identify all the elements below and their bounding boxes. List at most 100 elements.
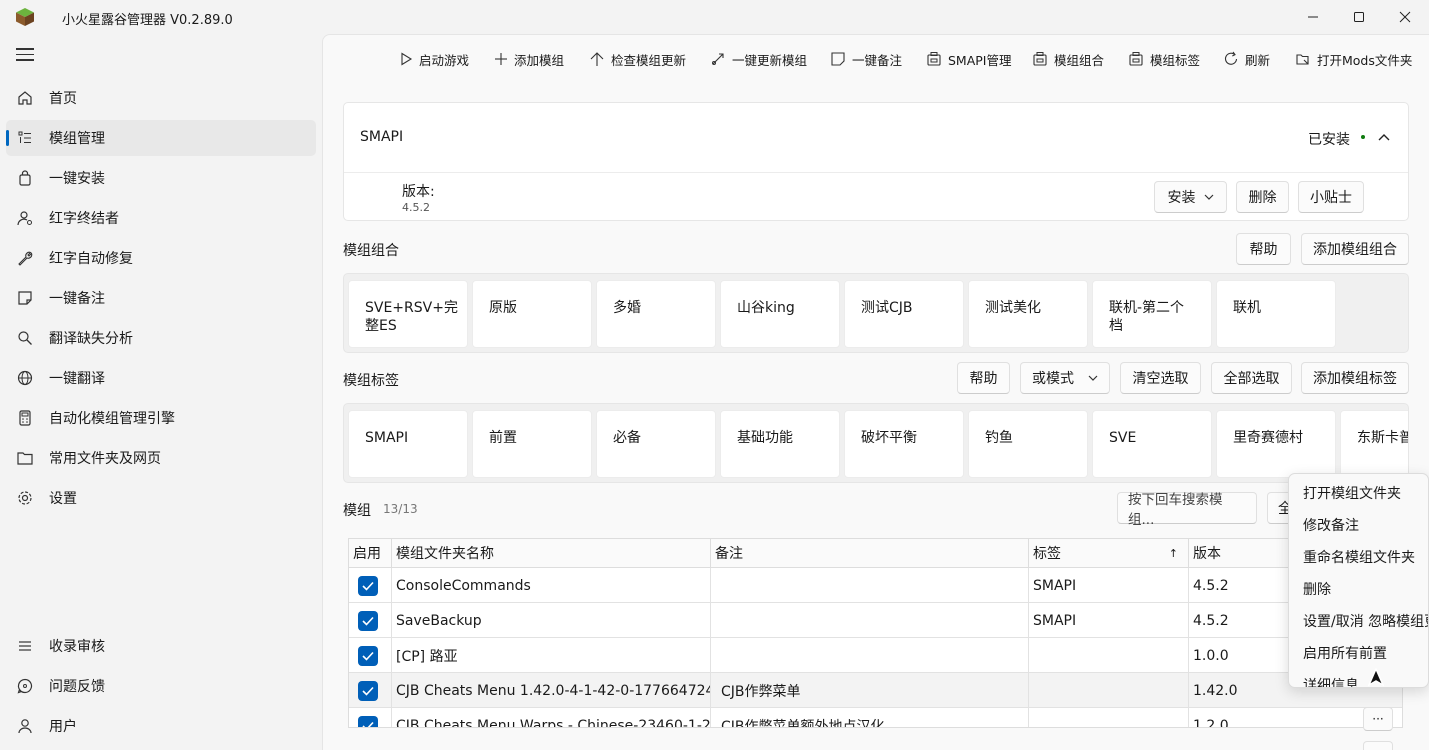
- launch-game-button[interactable]: 启动游戏: [399, 49, 469, 69]
- sidebar-item-home[interactable]: 首页: [6, 80, 316, 116]
- tag-tile[interactable]: 前置: [472, 410, 592, 478]
- open-mods-folder-button[interactable]: 打开Mods文件夹: [1295, 49, 1412, 69]
- smapi-status: 已安装: [1308, 132, 1350, 148]
- close-button[interactable]: [1382, 0, 1428, 34]
- refresh-button[interactable]: 刷新: [1223, 49, 1270, 69]
- sidebar-item-common-folders[interactable]: 常用文件夹及网页: [6, 440, 316, 476]
- minimize-button[interactable]: [1290, 0, 1336, 34]
- cell-note: CJB作弊菜单额外地点汉化: [711, 708, 1029, 727]
- tag-tile[interactable]: 破坏平衡: [844, 410, 964, 478]
- package-icon: [927, 52, 941, 66]
- checkmark-icon: [362, 686, 374, 696]
- chevron-down-icon: [1088, 375, 1098, 381]
- sidebar-item-translation-analysis[interactable]: 翻译缺失分析: [6, 320, 316, 356]
- sidebar-item-red-terminator[interactable]: 红字终结者: [6, 200, 316, 236]
- checkmark-icon: [362, 651, 374, 661]
- col-tags[interactable]: 标签 ↑: [1029, 539, 1189, 568]
- delete-button[interactable]: 删除: [1236, 181, 1289, 213]
- enable-checkbox[interactable]: [358, 645, 378, 666]
- enable-checkbox[interactable]: [358, 715, 378, 727]
- table-row[interactable]: ConsoleCommands SMAPI 4.5.2: [349, 568, 1402, 603]
- user-icon: [18, 719, 32, 734]
- mod-tags-button[interactable]: 模组标签: [1128, 49, 1200, 69]
- tag-tile[interactable]: 里奇赛德村: [1216, 410, 1336, 478]
- row-more-button[interactable]: ···: [1363, 707, 1393, 731]
- mod-groups-title: 模组组合: [343, 243, 399, 259]
- clear-selection-button[interactable]: 清空选取: [1120, 362, 1201, 394]
- tips-button[interactable]: 小贴士: [1298, 181, 1364, 213]
- enable-checkbox[interactable]: [358, 680, 378, 701]
- enable-checkbox[interactable]: [358, 610, 378, 631]
- table-row[interactable]: CJB Cheats Menu Warps - Chinese-23460-1-…: [349, 708, 1402, 727]
- add-group-button[interactable]: 添加模组组合: [1301, 233, 1409, 265]
- menu-item-edit-note[interactable]: 修改备注: [1303, 515, 1359, 535]
- chevron-up-icon[interactable]: [1377, 132, 1391, 142]
- group-tile[interactable]: 多婚: [596, 280, 716, 348]
- one-click-update-button[interactable]: 一键更新模组: [710, 49, 807, 69]
- folder-icon: [17, 452, 33, 465]
- group-tile[interactable]: 联机: [1216, 280, 1336, 348]
- group-tile[interactable]: SVE+RSV+完整ES: [348, 280, 468, 348]
- menu-item-details[interactable]: 详细信息: [1303, 675, 1359, 687]
- sidebar-item-one-click-translate[interactable]: 一键翻译: [6, 360, 316, 396]
- row-more-button[interactable]: ···: [1363, 741, 1393, 750]
- menu-item-rename-folder[interactable]: 重命名模组文件夹: [1303, 547, 1415, 567]
- menu-toggle-button[interactable]: [16, 48, 34, 62]
- col-enabled[interactable]: 启用: [349, 539, 392, 568]
- mods-count: 13/13: [383, 502, 418, 516]
- sidebar-item-one-click-note[interactable]: 一键备注: [6, 280, 316, 316]
- col-folder[interactable]: 模组文件夹名称: [392, 539, 711, 568]
- group-tile[interactable]: 测试CJB: [844, 280, 964, 348]
- check-update-button[interactable]: 检查模组更新: [589, 49, 686, 69]
- menu-item-open-folder[interactable]: 打开模组文件夹: [1303, 483, 1401, 503]
- sidebar-item-user[interactable]: 用户: [6, 708, 316, 744]
- tags-help-button[interactable]: 帮助: [957, 362, 1010, 394]
- col-note[interactable]: 备注: [711, 539, 1029, 568]
- table-row[interactable]: SaveBackup SMAPI 4.5.2: [349, 603, 1402, 638]
- mode-dropdown[interactable]: 或模式: [1020, 362, 1110, 394]
- table-row[interactable]: CJB Cheats Menu 1.42.0-4-1-42-0-17766472…: [349, 673, 1402, 708]
- tag-tile[interactable]: 基础功能: [720, 410, 840, 478]
- tag-tile[interactable]: SMAPI: [348, 410, 468, 478]
- group-tile[interactable]: 测试美化: [968, 280, 1088, 348]
- add-tag-button[interactable]: 添加模组标签: [1301, 362, 1409, 394]
- maximize-button[interactable]: [1336, 0, 1382, 34]
- enable-checkbox[interactable]: [358, 575, 378, 596]
- sidebar-item-mod-manage[interactable]: 模组管理: [6, 120, 316, 156]
- group-tile[interactable]: 联机-第二个档: [1092, 280, 1212, 348]
- sidebar-item-feedback[interactable]: 问题反馈: [6, 668, 316, 704]
- group-tile[interactable]: 原版: [472, 280, 592, 348]
- cell-note: [711, 568, 1029, 603]
- search-input[interactable]: 按下回车搜索模组...: [1117, 492, 1257, 528]
- play-icon: [401, 52, 413, 66]
- mod-groups-button[interactable]: 模组组合: [1032, 49, 1104, 69]
- install-dropdown[interactable]: 安装: [1154, 181, 1227, 213]
- group-tile[interactable]: 山谷king: [720, 280, 840, 348]
- sidebar-item-red-autofix[interactable]: 红字自动修复: [6, 240, 316, 276]
- sidebar-item-one-click-install[interactable]: 一键安装: [6, 160, 316, 196]
- sidebar-item-settings[interactable]: 设置: [6, 480, 316, 516]
- groups-panel: SVE+RSV+完整ES 原版 多婚 山谷king 测试CJB 测试美化 联机-…: [343, 273, 1409, 353]
- add-mod-button[interactable]: 添加模组: [494, 49, 564, 69]
- gear-icon: [18, 491, 32, 505]
- tag-tile[interactable]: 钓鱼: [968, 410, 1088, 478]
- smapi-manage-button[interactable]: SMAPI管理: [926, 49, 1012, 69]
- table-row[interactable]: [CP] 路亚 1.0.0: [349, 638, 1402, 673]
- cell-folder: CJB Cheats Menu Warps - Chinese-23460-1-…: [392, 708, 711, 727]
- menu-item-enable-prereqs[interactable]: 启用所有前置: [1303, 643, 1387, 663]
- cell-tags: [1029, 708, 1189, 727]
- menu-item-ignore-update[interactable]: 设置/取消 忽略模组更新: [1303, 611, 1428, 631]
- tag-tile[interactable]: SVE: [1092, 410, 1212, 478]
- one-click-note-button[interactable]: 一键备注: [830, 49, 902, 69]
- tag-tile[interactable]: 必备: [596, 410, 716, 478]
- tag-tile[interactable]: 东斯卡普: [1340, 410, 1408, 478]
- menu-item-delete[interactable]: 删除: [1303, 579, 1331, 599]
- select-all-button[interactable]: 全部选取: [1211, 362, 1292, 394]
- sidebar-item-automation-engine[interactable]: 自动化模组管理引擎: [6, 400, 316, 436]
- groups-help-button[interactable]: 帮助: [1236, 233, 1291, 265]
- maximize-icon: [1354, 12, 1364, 22]
- calculator-icon: [19, 410, 31, 426]
- checkmark-icon: [362, 616, 374, 626]
- sidebar-item-review[interactable]: 收录审核: [6, 628, 316, 664]
- home-icon: [18, 91, 32, 105]
